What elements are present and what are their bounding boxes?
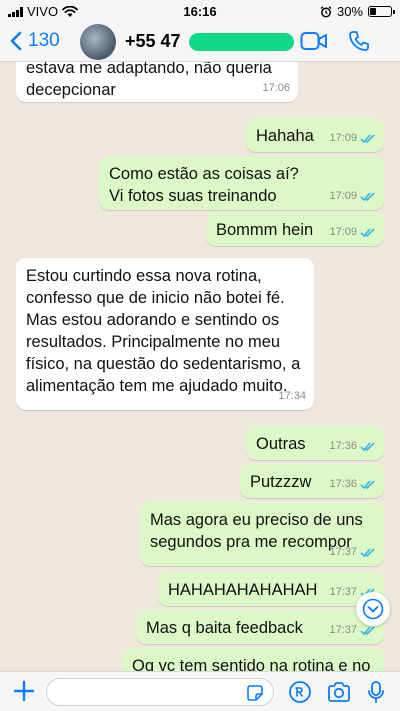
voice-message-button[interactable] — [366, 680, 386, 709]
avatar[interactable] — [80, 24, 116, 60]
read-ticks-icon — [360, 191, 375, 201]
message-time: 17:34 — [278, 390, 306, 402]
plus-icon — [13, 680, 35, 702]
camera-button[interactable] — [326, 680, 352, 709]
message-bubble[interactable]: Oq vc tem sentido na rotina e no — [122, 648, 384, 671]
message-bubble[interactable]: Mas q baita feedback 17:37 — [136, 610, 384, 644]
alarm-icon — [320, 5, 332, 17]
read-ticks-icon — [360, 547, 375, 557]
sticker-icon — [247, 685, 263, 701]
video-call-button[interactable] — [300, 30, 328, 57]
message-time: 17:37 — [329, 624, 357, 636]
message-bubble[interactable]: Bommm hein 17:09 — [206, 212, 384, 246]
sticker-button[interactable] — [245, 683, 265, 708]
message-bubble[interactable]: HAHAHAHAHAHAH 17:37 — [158, 572, 384, 606]
message-input[interactable] — [47, 679, 237, 705]
input-bar — [0, 671, 400, 711]
message-meta: 17:36 — [329, 435, 376, 457]
message-bubble[interactable]: Outras 17:36 — [246, 426, 384, 460]
redaction-mark — [188, 32, 294, 51]
message-time: 17:37 — [329, 546, 357, 558]
message-input-wrapper — [46, 678, 274, 706]
message-text: Oq vc tem sentido na rotina e no — [132, 657, 371, 671]
message-bubble[interactable]: Putzzzw 17:36 — [240, 464, 384, 498]
contact-number: +55 47 — [125, 31, 181, 51]
message-meta: 17:09 — [329, 221, 376, 243]
read-ticks-icon — [360, 625, 375, 635]
battery-percent: 30% — [336, 4, 363, 19]
video-camera-icon — [300, 32, 327, 50]
message-time: 17:37 — [329, 586, 357, 598]
message-list[interactable]: estava me adaptando, não queria decepcio… — [0, 62, 400, 671]
chevron-left-icon — [10, 31, 22, 51]
message-meta: 17:06 — [262, 77, 290, 99]
message-bubble[interactable]: Estou curtindo essa nova rotina, confess… — [16, 258, 314, 410]
contact-name[interactable]: +55 47 — [125, 31, 294, 52]
read-ticks-icon — [360, 227, 375, 237]
message-meta: 17:37 — [329, 541, 376, 563]
message-meta: 17:09 — [329, 185, 376, 207]
message-time: 17:09 — [329, 190, 357, 202]
microphone-icon — [368, 681, 384, 703]
message-bubble[interactable]: Hahaha 17:09 — [246, 118, 384, 152]
message-text: estava me adaptando, não queria decepcio… — [26, 62, 272, 99]
voice-call-button[interactable] — [348, 30, 370, 57]
message-meta: 17:09 — [329, 127, 376, 149]
message-bubble[interactable]: Mas agora eu preciso de uns segundos pra… — [140, 502, 384, 566]
unread-count: 130 — [28, 30, 60, 51]
pix-payment-icon — [289, 681, 311, 703]
attach-button[interactable] — [12, 679, 36, 708]
status-right: 30% — [320, 4, 395, 19]
status-bar: VIVO 16:16 30% — [0, 0, 400, 22]
phone-icon — [349, 31, 369, 51]
message-meta: 17:34 — [278, 385, 306, 407]
read-ticks-icon — [360, 479, 375, 489]
message-bubble[interactable]: estava me adaptando, não queria decepcio… — [16, 62, 298, 102]
message-meta: 17:36 — [329, 473, 376, 495]
chevron-down-icon — [362, 598, 384, 620]
payment-button[interactable] — [288, 680, 312, 709]
read-ticks-icon — [360, 133, 375, 143]
battery-icon — [368, 6, 395, 17]
message-time: 17:06 — [262, 82, 290, 94]
message-time: 17:36 — [329, 478, 357, 490]
message-time: 17:09 — [329, 226, 357, 238]
message-text: Estou curtindo essa nova rotina, confess… — [26, 267, 301, 395]
chat-header: 130 +55 47 — [0, 22, 400, 62]
scroll-to-bottom-button[interactable] — [356, 592, 390, 626]
message-time: 17:36 — [329, 440, 357, 452]
read-ticks-icon — [360, 441, 375, 451]
back-button[interactable]: 130 — [10, 30, 60, 52]
message-bubble[interactable]: Como estão as coisas aí? Vi fotos suas t… — [99, 156, 384, 210]
message-time: 17:09 — [329, 132, 357, 144]
camera-icon — [328, 682, 350, 702]
